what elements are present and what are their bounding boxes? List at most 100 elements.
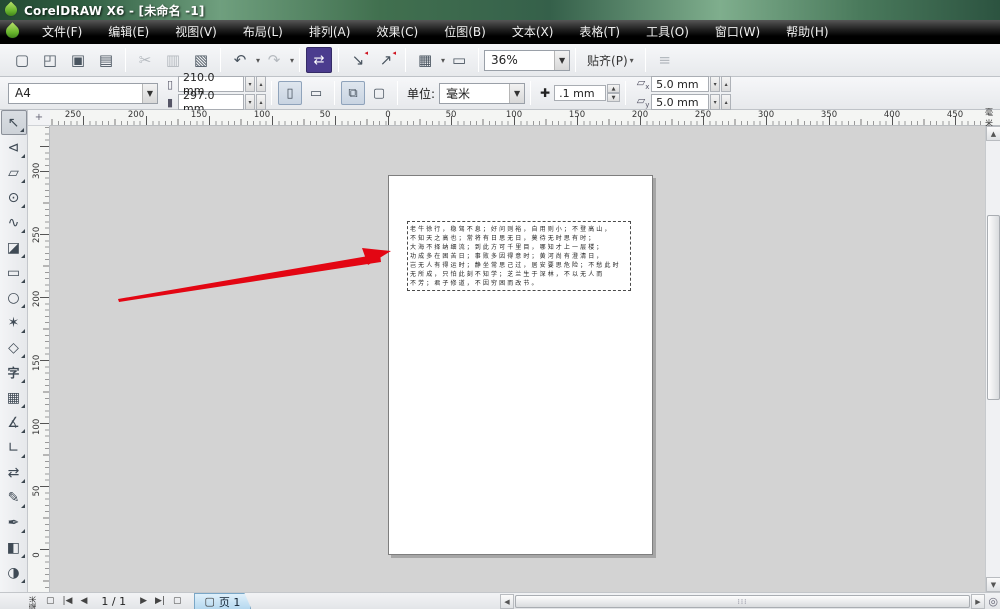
coreldraw-logo-icon xyxy=(3,2,20,19)
snap-to-label: 贴齐(P) xyxy=(587,52,628,69)
table-tool-icon[interactable]: ▦ xyxy=(1,385,27,410)
polygon-tool-icon-glyph: ✶ xyxy=(8,315,20,331)
shape-tool-icon-glyph: ⊲ xyxy=(8,140,20,156)
menu-text[interactable]: 文本(X) xyxy=(499,25,567,39)
horizontal-scrollbar[interactable]: ◀ ⁞⁞⁞ ▶ xyxy=(500,594,985,609)
pick-tool-icon[interactable]: ↖ xyxy=(1,110,27,135)
polygon-tool-icon[interactable]: ✶ xyxy=(1,310,27,335)
ruler-units-label: 毫米 xyxy=(985,110,1000,126)
basic-shapes-tool-icon[interactable]: ◇ xyxy=(1,335,27,360)
page-height-spinner[interactable]: ▾▴ xyxy=(244,94,266,110)
menu-edit[interactable]: 编辑(E) xyxy=(95,25,162,39)
nudge-field[interactable]: .1 mm xyxy=(554,85,606,101)
menu-arrange[interactable]: 排列(A) xyxy=(296,25,364,39)
chevron-down-icon: ▼ xyxy=(142,84,157,103)
undo-dropdown-icon[interactable]: ▾ xyxy=(256,56,260,65)
new-document-icon[interactable]: ▢ xyxy=(9,47,35,73)
page-tab[interactable]: ▢ 页 1 xyxy=(194,593,252,609)
previous-page-button[interactable]: ◀ xyxy=(76,596,91,606)
scroll-right-icon[interactable]: ▶ xyxy=(971,594,985,609)
menu-bitmaps[interactable]: 位图(B) xyxy=(431,25,499,39)
dimension-tool-icon[interactable]: ∡ xyxy=(1,410,27,435)
duplicate-x-field[interactable]: 5.0 mm xyxy=(651,76,709,92)
blend-tool-icon[interactable]: ⇄ xyxy=(1,460,27,485)
export-icon[interactable]: ↗ xyxy=(373,47,399,73)
first-page-button[interactable]: |◀ xyxy=(59,596,77,606)
duplicate-y-spinner[interactable]: ▾▴ xyxy=(709,94,731,110)
menu-help[interactable]: 帮助(H) xyxy=(773,25,841,39)
eyedropper-tool-icon[interactable]: ✎ xyxy=(1,485,27,510)
paste-icon[interactable]: ▧ xyxy=(188,47,214,73)
duplicate-y-field[interactable]: 5.0 mm xyxy=(651,94,709,110)
nudge-spinner[interactable]: ▲▼ xyxy=(607,84,620,102)
paper-size-select[interactable]: A4 ▼ xyxy=(8,83,158,104)
outline-pen-tool-icon[interactable]: ✒ xyxy=(1,510,27,535)
connector-tool-icon[interactable]: ∟ xyxy=(1,435,27,460)
rectangle-tool-icon[interactable]: ▭ xyxy=(1,260,27,285)
all-pages-button[interactable]: ⧉ xyxy=(341,81,365,105)
scroll-up-icon[interactable]: ▲ xyxy=(986,126,1000,141)
next-page-button[interactable]: ▶ xyxy=(136,596,151,606)
text-tool-icon[interactable]: 字 xyxy=(1,360,27,385)
open-icon[interactable]: ◰ xyxy=(37,47,63,73)
ruler-origin-icon[interactable]: + xyxy=(28,110,50,126)
application-launcher-dropdown-icon[interactable]: ▾ xyxy=(441,56,445,65)
horizontal-scroll-thumb[interactable]: ⁞⁞⁞ xyxy=(515,595,970,608)
menu-effects[interactable]: 效果(C) xyxy=(363,25,431,39)
horizontal-ruler[interactable]: 2502001501005005010015020025030035040045… xyxy=(50,110,985,126)
freehand-tool-icon[interactable]: ∿ xyxy=(1,210,27,235)
menu-layout[interactable]: 布局(L) xyxy=(230,25,296,39)
coreldraw-menu-logo-icon[interactable] xyxy=(3,22,21,40)
fill-tool-icon[interactable]: ◧ xyxy=(1,535,27,560)
crop-tool-icon[interactable]: ▱ xyxy=(1,160,27,185)
undo-icon[interactable]: ↶ xyxy=(227,47,253,73)
vertical-ruler[interactable]: 300250200150100500 xyxy=(28,126,50,592)
text-line: 无所成，只怕此刻不知学；芝兰生于深林，不以无人而 xyxy=(410,270,628,279)
vertical-scrollbar[interactable]: ▲ ▼ xyxy=(985,126,1000,592)
add-page-before-button[interactable]: ▢ xyxy=(42,596,59,606)
scroll-left-icon[interactable]: ◀ xyxy=(500,594,514,609)
redo-dropdown-icon[interactable]: ▾ xyxy=(290,56,294,65)
print-icon[interactable]: ▤ xyxy=(93,47,119,73)
menu-table[interactable]: 表格(T) xyxy=(566,25,633,39)
shape-tool-icon[interactable]: ⊲ xyxy=(1,135,27,160)
current-page-button[interactable]: ▢ xyxy=(367,81,391,105)
paragraph-text-frame[interactable]: 老牛徐行，稳驾不息；好问则裕，自用则小；不登高山，不知天之高也；常将有日思无日，… xyxy=(407,221,631,291)
menu-tools[interactable]: 工具(O) xyxy=(633,25,702,39)
page-width-spinner[interactable]: ▾▴ xyxy=(244,76,266,92)
search-content-icon[interactable]: ⇄ xyxy=(306,47,332,73)
menu-view[interactable]: 视图(V) xyxy=(162,25,230,39)
interactive-fill-tool-icon[interactable]: ◑ xyxy=(1,560,27,585)
menu-window[interactable]: 窗口(W) xyxy=(702,25,773,39)
scroll-down-icon[interactable]: ▼ xyxy=(986,577,1000,592)
copy-icon: ▥ xyxy=(160,47,186,73)
snap-to-button[interactable]: 贴齐(P)▾ xyxy=(581,48,640,72)
zoom-tool-icon[interactable]: ⊙ xyxy=(1,185,27,210)
last-page-button[interactable]: ▶| xyxy=(151,596,169,606)
hruler-label: 150 xyxy=(569,110,585,120)
application-launcher-icon[interactable]: ▦ xyxy=(412,47,438,73)
document-navigator-icon[interactable]: ◎ xyxy=(988,595,998,608)
units-label: 单位: xyxy=(407,85,435,102)
document-page[interactable]: 老牛徐行，稳驾不息；好问则裕，自用则小；不登高山，不知天之高也；常将有日思无日，… xyxy=(388,175,653,555)
bottom-bar: 毫米 ▢ |◀ ◀ 1 / 1 ▶ ▶| ▢ ▢ 页 1 ◀ ⁞⁞⁞ ▶ ◎ xyxy=(0,592,1000,609)
duplicate-x-spinner[interactable]: ▾▴ xyxy=(709,76,731,92)
import-icon[interactable]: ↘ xyxy=(345,47,371,73)
landscape-button[interactable]: ▭ xyxy=(304,81,328,105)
smart-fill-tool-icon[interactable]: ◪ xyxy=(1,235,27,260)
units-select[interactable]: 毫米 ▼ xyxy=(439,83,525,104)
zoom-level-select[interactable]: 36%▼ xyxy=(484,50,570,71)
zoom-level-value: 36% xyxy=(485,53,554,67)
save-icon[interactable]: ▣ xyxy=(65,47,91,73)
text-tool-icon-glyph: 字 xyxy=(7,364,19,381)
page-height-field[interactable]: 297.0 mm xyxy=(178,94,244,110)
redo-icon: ↷ xyxy=(261,47,287,73)
menu-file[interactable]: 文件(F) xyxy=(29,25,95,39)
vertical-scroll-thumb[interactable] xyxy=(987,215,1000,400)
drawing-canvas[interactable]: 老牛徐行，稳驾不息；好问则裕，自用则小；不登高山，不知天之高也；常将有日思无日，… xyxy=(50,126,985,592)
welcome-screen-icon[interactable]: ▭ xyxy=(446,47,472,73)
page-icon: ▢ xyxy=(201,595,219,608)
add-page-after-button[interactable]: ▢ xyxy=(169,596,186,606)
portrait-button[interactable]: ▯ xyxy=(278,81,302,105)
ellipse-tool-icon[interactable]: ○ xyxy=(1,285,27,310)
